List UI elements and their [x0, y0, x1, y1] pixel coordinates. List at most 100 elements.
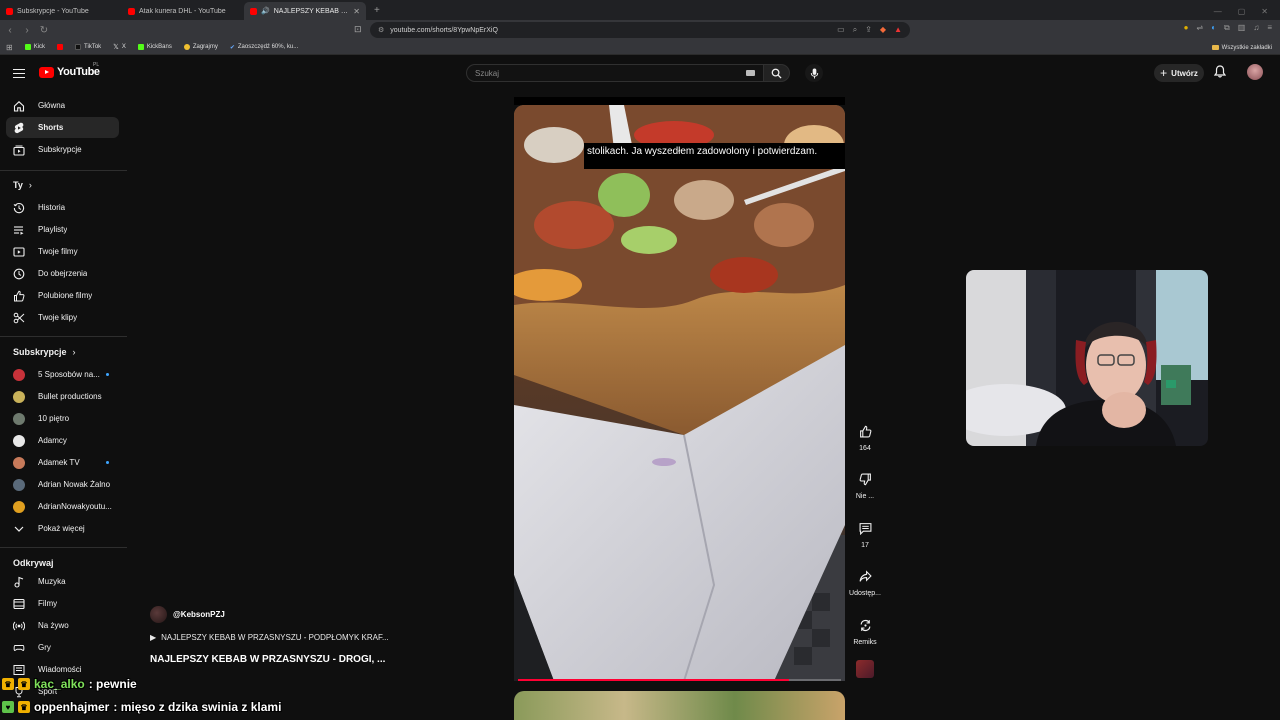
sidebar-item-your-videos[interactable]: Twoje filmy: [6, 241, 119, 262]
kebab-video-frame: [514, 105, 845, 681]
streamer-webcam: [966, 270, 1208, 446]
sidebar-item-live[interactable]: Na żywo: [6, 615, 119, 636]
music-icon: [13, 576, 25, 588]
short-title[interactable]: NAJLEPSZY KEBAB W PRZASNYSZU - DROGI, ..…: [150, 654, 385, 665]
extension-icon[interactable]: ●: [1184, 23, 1189, 33]
all-bookmarks[interactable]: Wszystkie zakładki: [1211, 40, 1272, 55]
subscriptions-section-heading[interactable]: Subskrypcje ›: [13, 347, 76, 357]
minimize-icon[interactable]: —: [1214, 7, 1222, 16]
sidebar-subscription[interactable]: Adamcy: [6, 430, 119, 451]
account-avatar[interactable]: [1247, 64, 1263, 80]
watch-later-icon: [13, 268, 25, 280]
bookmark-kick[interactable]: Kick: [24, 44, 45, 50]
sidebar-item-shorts[interactable]: Shorts: [6, 117, 119, 138]
channel-avatar: [13, 500, 25, 513]
youtube-logo[interactable]: YouTube PL: [39, 62, 100, 78]
sidebar-toggle-icon[interactable]: ▥: [1238, 23, 1246, 33]
back-icon[interactable]: ‹: [3, 25, 17, 36]
bookmark-label: TikTok: [84, 44, 102, 50]
guide-menu-icon[interactable]: [13, 69, 25, 78]
sidebar-item-music[interactable]: Muzyka: [6, 571, 119, 592]
bookmark-kickbans[interactable]: KickBans: [137, 44, 172, 50]
browser-toolbar: ‹ › ↻ ⊡ ⚙ youtube.com/shorts/8YpwNpErXiQ…: [0, 20, 1280, 40]
browser-tab[interactable]: Atak kuriera DHL - YouTube: [122, 2, 244, 20]
create-button[interactable]: + Utwórz: [1154, 64, 1204, 82]
sidebar-item-history[interactable]: Historia: [6, 197, 119, 218]
short-channel[interactable]: @KebsonPZJ: [150, 606, 225, 623]
you-section-heading[interactable]: Ty ›: [13, 180, 32, 190]
close-window-icon[interactable]: ✕: [1261, 7, 1268, 16]
sidebar-item-liked[interactable]: Polubione filmy: [6, 285, 119, 306]
apps-grid-icon[interactable]: ⊞: [6, 43, 13, 52]
brave-shield-icon[interactable]: ◆: [880, 25, 886, 35]
browser-tab-bar: Subskrypcje - YouTube Atak kuriera DHL -…: [0, 0, 1280, 20]
site-info-icon[interactable]: ⚙: [378, 26, 384, 34]
short-video-player[interactable]: [514, 105, 845, 681]
sidebar-item-playlists[interactable]: Playlisty: [6, 219, 119, 240]
maximize-icon[interactable]: ▢: [1238, 7, 1246, 16]
extension-icon[interactable]: ◐: [1211, 23, 1216, 33]
media-icon[interactable]: ♫: [1253, 23, 1259, 33]
share-icon[interactable]: ⇪: [865, 25, 872, 35]
bookmark-star-icon[interactable]: ⊡: [354, 24, 362, 35]
bookmark-deal[interactable]: ✔ Zaoszczędź 60%, ku...: [230, 44, 298, 51]
related-video-link[interactable]: ▶ NAJLEPSZY KEBAB W PRZASNYSZU - PODPŁOM…: [150, 633, 389, 642]
bookmark-zagrajmy[interactable]: Zagrajmy: [183, 44, 218, 50]
extension-icon[interactable]: ⇌: [1197, 23, 1204, 33]
channel-avatar: [13, 412, 25, 425]
forward-icon[interactable]: ›: [20, 25, 34, 36]
youtube-icon: [57, 44, 64, 50]
window-controls: — ▢ ✕: [1214, 2, 1280, 20]
bookmark-youtube[interactable]: [57, 44, 64, 50]
keyboard-icon[interactable]: [746, 70, 755, 76]
sidebar-item-movies[interactable]: Filmy: [6, 593, 119, 614]
sidebar-subscription[interactable]: Bullet productions: [6, 386, 119, 407]
cast-icon[interactable]: ▭: [837, 25, 845, 35]
sidebar-subscription[interactable]: 10 piętro: [6, 408, 119, 429]
share-arrow-icon: [854, 565, 876, 587]
sound-thumbnail[interactable]: [856, 660, 874, 678]
alert-icon[interactable]: ▲: [894, 25, 902, 35]
search-input[interactable]: Szukaj: [466, 64, 764, 82]
share-button[interactable]: Udostęp...: [846, 565, 884, 597]
channel-name: Adamek TV: [38, 458, 80, 467]
sidebar-item-gaming[interactable]: Gry: [6, 637, 119, 658]
notifications-button[interactable]: [1213, 65, 1227, 81]
voice-search-button[interactable]: [805, 64, 823, 82]
sidebar-item-watch-later[interactable]: Do obejrzenia: [6, 263, 119, 284]
browser-tab[interactable]: Subskrypcje - YouTube: [0, 2, 122, 20]
region-code: PL: [93, 62, 100, 68]
menu-icon[interactable]: ≡: [1267, 23, 1272, 33]
dislike-button[interactable]: Nie ...: [846, 468, 884, 500]
comments-button[interactable]: 17: [846, 517, 884, 549]
sidebar-item-label: Filmy: [38, 599, 58, 608]
related-video-title: NAJLEPSZY KEBAB W PRZASNYSZU - PODPŁOMYK…: [161, 633, 389, 642]
sidebar-subscription[interactable]: Adrian Nowak Żalno: [6, 474, 119, 495]
sidebar-subscription[interactable]: 5 Sposobów na...: [6, 364, 119, 385]
sidebar-item-home[interactable]: Główna: [6, 95, 119, 116]
bell-icon: [1213, 65, 1227, 78]
sidebar-subscription[interactable]: Adamek TV: [6, 452, 119, 473]
reload-icon[interactable]: ↻: [37, 25, 51, 36]
sidebar-item-label: Polubione filmy: [38, 291, 93, 300]
sidebar-subscription[interactable]: AdrianNowakyoutu...: [6, 496, 119, 517]
show-more-button[interactable]: Pokaż więcej: [6, 518, 119, 539]
extensions-puzzle-icon[interactable]: ⧉: [1224, 23, 1230, 33]
like-button[interactable]: 164: [846, 420, 884, 452]
close-tab-icon[interactable]: ✕: [353, 7, 360, 16]
remix-button[interactable]: Remiks: [846, 614, 884, 646]
share-label: Udostęp...: [849, 590, 881, 597]
sidebar-item-subscriptions[interactable]: Subskrypcje: [6, 139, 119, 160]
new-tab-button[interactable]: +: [366, 2, 388, 20]
search-button[interactable]: [764, 64, 790, 82]
bookmark-tiktok[interactable]: TikTok: [75, 44, 101, 50]
browser-tab-active[interactable]: 🔊 NAJLEPSZY KEBAB W PRZASNYSZU ✕: [244, 2, 366, 20]
address-bar[interactable]: ⚙ youtube.com/shorts/8YpwNpErXiQ ▭ ⌕ ⇪ ◆…: [370, 22, 910, 38]
like-count: 164: [859, 445, 871, 452]
chat-username: kac_alko: [34, 677, 85, 691]
zoom-icon[interactable]: ⌕: [853, 25, 857, 35]
next-short-preview[interactable]: [514, 691, 845, 720]
sidebar-item-clips[interactable]: Twoje klipy: [6, 307, 119, 328]
zagrajmy-icon: [183, 44, 190, 50]
bookmark-x[interactable]: 𝕏 X: [113, 43, 126, 51]
